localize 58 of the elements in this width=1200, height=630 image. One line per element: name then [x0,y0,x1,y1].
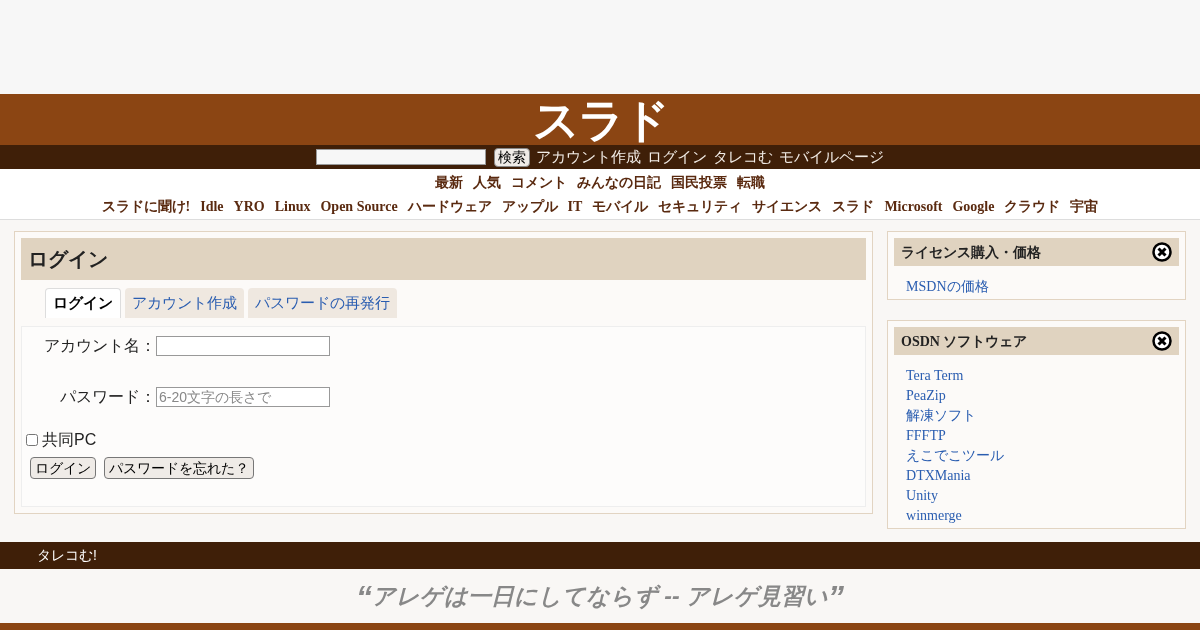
nav-link[interactable]: アップル [501,195,558,217]
sidebar-link[interactable]: MSDNの価格 [906,277,989,297]
top-link[interactable]: アカウント作成 [536,145,641,169]
nav-link[interactable]: YRO [233,195,265,217]
sidebar-link[interactable]: DTXMania [906,466,971,486]
nav-link[interactable]: Linux [274,195,311,217]
sidebar-link[interactable]: PeaZip [906,386,946,406]
site-logo[interactable]: スラド [532,96,668,143]
sidebar-title-text: OSDN ソフトウェア [901,332,1028,351]
nav-link[interactable]: 人気 [473,171,501,193]
tab[interactable]: パスワードの再発行 [248,288,397,318]
search-button[interactable]: 検索 [494,147,530,167]
nav-link[interactable]: 転職 [737,171,765,193]
input-field[interactable]: 6-20文字の長さで [156,387,330,407]
sidebar-link[interactable]: FFFTP [906,426,946,446]
sidebar-link[interactable]: えこでこツール [906,446,1005,466]
field-label: パスワード： [59,387,156,407]
nav-link[interactable]: クラウド [1004,195,1061,217]
close-icon[interactable] [1152,331,1172,351]
sidebar-link[interactable]: Tera Term [906,366,964,386]
nav-link[interactable]: みんなの日記 [577,171,661,193]
nav-link[interactable]: 宇宙 [1070,195,1099,217]
nav-link[interactable]: Idle [200,195,224,217]
nav-link[interactable]: サイエンス [752,195,823,217]
nav-link[interactable]: Google [952,195,995,217]
checkbox[interactable] [26,434,38,446]
nav-link[interactable]: 最新 [435,171,463,193]
sidebar-link[interactable]: Unity [906,486,938,506]
nav-link[interactable]: コメント [511,171,567,193]
panel-title: ログイン [21,238,867,280]
search-field[interactable] [316,149,486,165]
quote-mark: “ [355,581,372,613]
nav-link[interactable]: モバイル [592,195,649,217]
tab[interactable]: アカウント作成 [125,288,244,318]
close-icon[interactable] [1152,242,1172,262]
nav-link[interactable]: スラドに聞け! [101,195,191,217]
top-link[interactable]: ログイン [647,145,707,169]
sidebar-link[interactable]: winmerge [906,506,962,526]
nav-link[interactable]: 国民投票 [671,171,727,193]
nav-link[interactable]: スラド [832,195,875,217]
sidebar-link[interactable]: 解凍ソフト [906,406,977,426]
quote-text: アレゲは一日にしてならず -- アレゲ見習い [371,581,829,611]
nav-link[interactable]: IT [567,195,583,217]
submit-link[interactable]: タレコむ! [37,545,97,566]
checkbox-label: 共同PC [42,430,97,450]
form-button[interactable]: パスワードを忘れた？ [104,457,254,479]
sidebar-title-text: ライセンス購入・価格 [901,243,1042,262]
nav-link[interactable]: Open Source [320,195,398,217]
nav-link[interactable]: セキュリティ [658,195,743,217]
quote-mark: ” [828,581,845,613]
nav-link[interactable]: Microsoft [884,195,943,217]
field-label: アカウント名： [43,336,156,356]
tab[interactable]: ログイン [45,288,121,318]
input-field[interactable] [156,336,330,356]
top-link[interactable]: タレコむ [713,145,773,169]
top-link[interactable]: モバイルページ [779,145,884,169]
form-button[interactable]: ログイン [30,457,96,479]
nav-link[interactable]: ハードウェア [407,195,492,217]
